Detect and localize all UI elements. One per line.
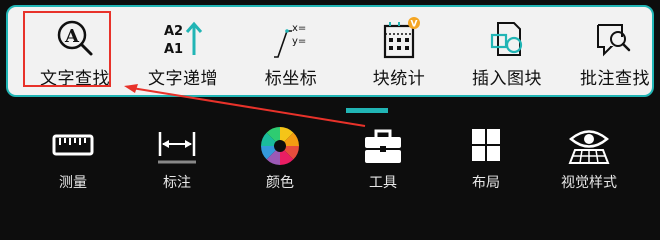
- tool-label: 块统计: [372, 69, 426, 89]
- text-increment-icon: A2 A1: [164, 21, 203, 57]
- toolbar-label: 测量: [59, 175, 87, 191]
- toolbar-label: 布局: [472, 175, 500, 191]
- tool-annotation-search[interactable]: 批注查找: [561, 7, 660, 95]
- tool-label: 插入图块: [472, 69, 542, 89]
- toolbox-icon: [365, 129, 401, 163]
- color-wheel-icon: [261, 127, 299, 165]
- toolbar-visual-style[interactable]: 视觉样式: [539, 120, 639, 200]
- tool-label: 文字递增: [148, 69, 218, 89]
- toolbar-label: 视觉样式: [561, 175, 617, 191]
- toolbar-label: 颜色: [266, 175, 294, 191]
- layout-grid-icon: [472, 129, 500, 161]
- panel-pointer-indicator: [346, 108, 388, 113]
- svg-text:x=: x=: [292, 23, 306, 34]
- toolbar-measure[interactable]: 测量: [23, 120, 123, 200]
- tool-label: 批注查找: [580, 69, 650, 89]
- block-stats-icon: V: [383, 17, 420, 59]
- dimension-icon: [158, 132, 196, 164]
- toolbar-label: 工具: [369, 175, 397, 191]
- toolbar-color[interactable]: 颜色: [230, 120, 330, 200]
- svg-text:y=: y=: [292, 36, 306, 47]
- annotation-search-icon: [597, 24, 631, 57]
- toolbar-dimension[interactable]: 标注: [127, 120, 227, 200]
- tool-text-increment[interactable]: A2 A1 文字递增: [129, 7, 237, 95]
- selection-highlight-box: [23, 11, 111, 87]
- ruler-icon: [52, 134, 94, 156]
- toolbar-label: 标注: [163, 175, 191, 191]
- toolbar-layout[interactable]: 布局: [436, 120, 536, 200]
- tool-mark-coordinates[interactable]: x= y= 标坐标: [237, 7, 345, 95]
- insert-block-icon: [490, 22, 523, 56]
- coordinate-label-icon: x= y=: [274, 23, 306, 58]
- tool-block-statistics[interactable]: V 块统计: [345, 7, 453, 95]
- svg-text:A2: A2: [164, 24, 183, 39]
- visual-style-icon: [568, 130, 610, 164]
- svg-text:A1: A1: [164, 42, 183, 57]
- toolbar-tools[interactable]: 工具: [333, 120, 433, 200]
- tool-label: 标坐标: [264, 69, 318, 89]
- tool-insert-block[interactable]: 插入图块: [453, 7, 561, 95]
- svg-text:V: V: [411, 20, 418, 30]
